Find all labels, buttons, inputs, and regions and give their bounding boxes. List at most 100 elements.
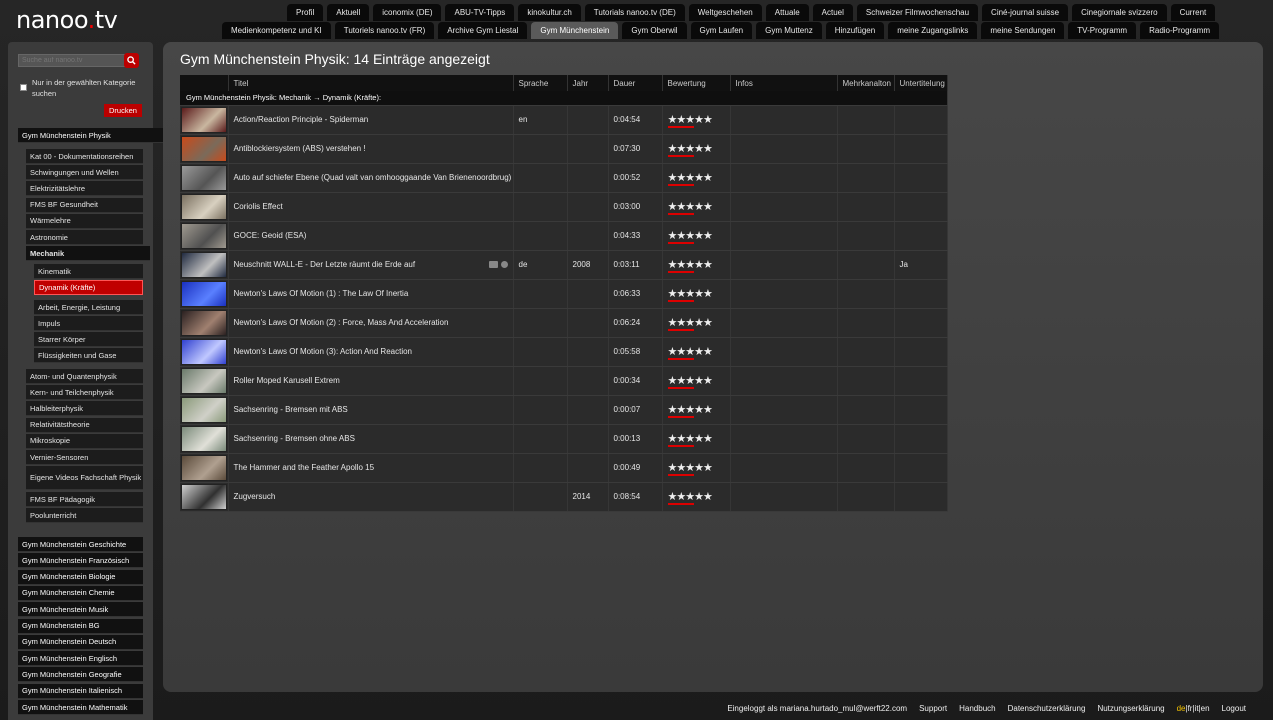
- star-rating[interactable]: ★★★★★: [667, 346, 713, 360]
- video-title-link[interactable]: Sachsenring - Bremsen ohne ABS: [234, 434, 355, 443]
- table-row[interactable]: Newton's Laws Of Motion (1) : The Law Of…: [180, 279, 948, 309]
- tab-schweizer-filmwochenschau[interactable]: Schweizer Filmwochenschau: [856, 4, 979, 21]
- table-row[interactable]: Newton's Laws Of Motion (3): Action And …: [180, 337, 948, 367]
- sidebar-item[interactable]: Gym Münchenstein Biologie: [18, 569, 143, 585]
- tab-gym-oberwil[interactable]: Gym Oberwil: [622, 22, 687, 39]
- column-header-infos[interactable]: Infos: [730, 75, 838, 91]
- tab-gym-muttenz[interactable]: Gym Muttenz: [756, 22, 822, 39]
- video-thumbnail[interactable]: [181, 367, 227, 394]
- table-row[interactable]: The Hammer and the Feather Apollo 15 0:00…: [180, 453, 948, 483]
- info-icon[interactable]: [500, 261, 508, 268]
- search-button[interactable]: [124, 53, 139, 68]
- table-row[interactable]: Coriolis Effect 0:03:00 ★★★★★: [180, 192, 948, 222]
- star-rating[interactable]: ★★★★★: [667, 172, 713, 186]
- sidebar-item[interactable]: Kat 00 - Dokumentationsreihen: [26, 149, 143, 164]
- sidebar-item[interactable]: Gym Münchenstein Englisch: [18, 651, 143, 667]
- video-title-link[interactable]: Newton's Laws Of Motion (2) : Force, Mas…: [234, 318, 449, 327]
- video-title-link[interactable]: Zugversuch: [234, 492, 276, 501]
- sidebar-item[interactable]: Impuls: [34, 316, 143, 332]
- table-row[interactable]: GOCE: Geoid (ESA) 0:04:33 ★★★★★: [180, 221, 948, 251]
- star-rating[interactable]: ★★★★★: [667, 375, 713, 389]
- video-thumbnail[interactable]: [181, 338, 227, 365]
- video-thumbnail[interactable]: [181, 106, 227, 133]
- table-row[interactable]: Roller Moped Karusell Extrem 0:00:34 ★★★★★: [180, 366, 948, 396]
- terms-link[interactable]: Nutzungserklärung: [1097, 704, 1164, 713]
- column-header-titel[interactable]: Titel: [228, 75, 514, 91]
- video-thumbnail[interactable]: [181, 135, 227, 162]
- video-thumbnail[interactable]: [181, 396, 227, 423]
- video-thumbnail[interactable]: [181, 251, 227, 278]
- video-thumbnail[interactable]: [181, 483, 227, 510]
- sidebar-item[interactable]: Gym Münchenstein Deutsch: [18, 634, 143, 650]
- column-header-untertitelung[interactable]: Untertitelung: [894, 75, 948, 91]
- star-rating[interactable]: ★★★★★: [667, 230, 713, 244]
- star-rating[interactable]: ★★★★★: [667, 288, 713, 302]
- tab-kinokultur-ch[interactable]: kinokultur.ch: [518, 4, 581, 21]
- video-title-link[interactable]: Newton's Laws Of Motion (3): Action And …: [234, 347, 413, 356]
- video-thumbnail[interactable]: [181, 309, 227, 336]
- sidebar-item[interactable]: Relativitätstheorie: [26, 417, 143, 433]
- table-row[interactable]: Zugversuch 2014 0:08:54 ★★★★★: [180, 482, 948, 512]
- star-rating[interactable]: ★★★★★: [667, 259, 713, 273]
- tab-profil[interactable]: Profil: [287, 4, 324, 21]
- sidebar-item[interactable]: Mechanik: [26, 246, 150, 262]
- sidebar-item[interactable]: Vernier-Sensoren: [26, 450, 143, 465]
- sidebar-item[interactable]: Gym Münchenstein Geografie: [18, 667, 143, 683]
- video-thumbnail[interactable]: [181, 280, 227, 307]
- sidebar-item[interactable]: Schwingungen und Wellen: [26, 165, 143, 181]
- support-link[interactable]: Support: [919, 704, 947, 713]
- star-rating[interactable]: ★★★★★: [667, 317, 713, 331]
- video-title-link[interactable]: Sachsenring - Bremsen mit ABS: [234, 405, 348, 414]
- sidebar-item[interactable]: Mikroskopie: [26, 433, 143, 449]
- tab-ciné-journal-suisse[interactable]: Ciné-journal suisse: [982, 4, 1069, 21]
- video-thumbnail[interactable]: [181, 222, 227, 249]
- video-title-link[interactable]: Auto auf schiefer Ebene (Quad valt van o…: [234, 173, 512, 182]
- sidebar-item[interactable]: Poolunterricht: [26, 508, 143, 524]
- tab-tutoriels-nanoo-tv-fr-[interactable]: Tutoriels nanoo.tv (FR): [334, 22, 435, 39]
- video-title-link[interactable]: Antiblockiersystem (ABS) verstehen !: [234, 144, 366, 153]
- column-header-sprache[interactable]: Sprache: [513, 75, 568, 91]
- video-title-link[interactable]: GOCE: Geoid (ESA): [234, 231, 307, 240]
- tab-tutorials-nanoo-tv-de-[interactable]: Tutorials nanoo.tv (DE): [584, 4, 685, 21]
- video-thumbnail[interactable]: [181, 425, 227, 452]
- video-thumbnail[interactable]: [181, 164, 227, 191]
- sidebar-item[interactable]: Flüssigkeiten und Gase: [34, 348, 143, 364]
- star-rating[interactable]: ★★★★★: [667, 114, 713, 128]
- sidebar-item[interactable]: Starrer Körper: [34, 332, 143, 348]
- table-row[interactable]: Auto auf schiefer Ebene (Quad valt van o…: [180, 163, 948, 193]
- tab-archive-gym-liestal[interactable]: Archive Gym Liestal: [438, 22, 528, 39]
- sidebar-item[interactable]: Eigene Videos Fachschaft Physik: [26, 466, 143, 491]
- star-rating[interactable]: ★★★★★: [667, 462, 713, 476]
- sidebar-item[interactable]: Gym Münchenstein Musik: [18, 602, 143, 618]
- sidebar-item[interactable]: FMS BF Pädagogik: [26, 492, 143, 508]
- tab-gym-münchenstein[interactable]: Gym Münchenstein: [531, 22, 619, 39]
- lang-de-link[interactable]: de: [1177, 704, 1186, 713]
- column-header-bewertung[interactable]: Bewertung: [662, 75, 731, 91]
- table-row[interactable]: Newton's Laws Of Motion (2) : Force, Mas…: [180, 308, 948, 338]
- sidebar-item[interactable]: Kinematik: [34, 264, 143, 280]
- category-checkbox[interactable]: [20, 84, 27, 91]
- tab-gym-laufen[interactable]: Gym Laufen: [690, 22, 753, 39]
- sidebar-item[interactable]: Wärmelehre: [26, 213, 143, 229]
- print-button[interactable]: Drucken: [104, 104, 142, 117]
- star-rating[interactable]: ★★★★★: [667, 491, 713, 505]
- lang-en-link[interactable]: en: [1201, 704, 1210, 713]
- folder-icon[interactable]: [488, 261, 498, 268]
- sidebar-item[interactable]: Gym Münchenstein Mathematik: [18, 700, 143, 715]
- tab-iconomix-de-[interactable]: iconomix (DE): [373, 4, 442, 21]
- table-row[interactable]: Sachsenring - Bremsen ohne ABS 0:00:13 ★★★…: [180, 424, 948, 454]
- column-header-dauer[interactable]: Dauer: [608, 75, 663, 91]
- tab-meine-sendungen[interactable]: meine Sendungen: [981, 22, 1065, 39]
- sidebar-item[interactable]: Gym Münchenstein BG: [18, 618, 143, 634]
- video-title-link[interactable]: Newton's Laws Of Motion (1) : The Law Of…: [234, 289, 409, 298]
- logout-link[interactable]: Logout: [1222, 704, 1246, 713]
- video-title-link[interactable]: Roller Moped Karusell Extrem: [234, 376, 340, 385]
- star-rating[interactable]: ★★★★★: [667, 143, 713, 157]
- sidebar-item[interactable]: Gym Münchenstein Italienisch: [18, 683, 143, 699]
- tab-cinegiornale-svizzero[interactable]: Cinegiornale svizzero: [1072, 4, 1167, 21]
- sidebar-item[interactable]: Gym Münchenstein Französisch: [18, 553, 143, 569]
- video-title-link[interactable]: Neuschnitt WALL-E - Der Letzte räumt die…: [234, 260, 416, 269]
- star-rating[interactable]: ★★★★★: [667, 201, 713, 215]
- sidebar-item[interactable]: Gym Münchenstein Chemie: [18, 585, 143, 601]
- tab-aktuell[interactable]: Aktuell: [327, 4, 370, 21]
